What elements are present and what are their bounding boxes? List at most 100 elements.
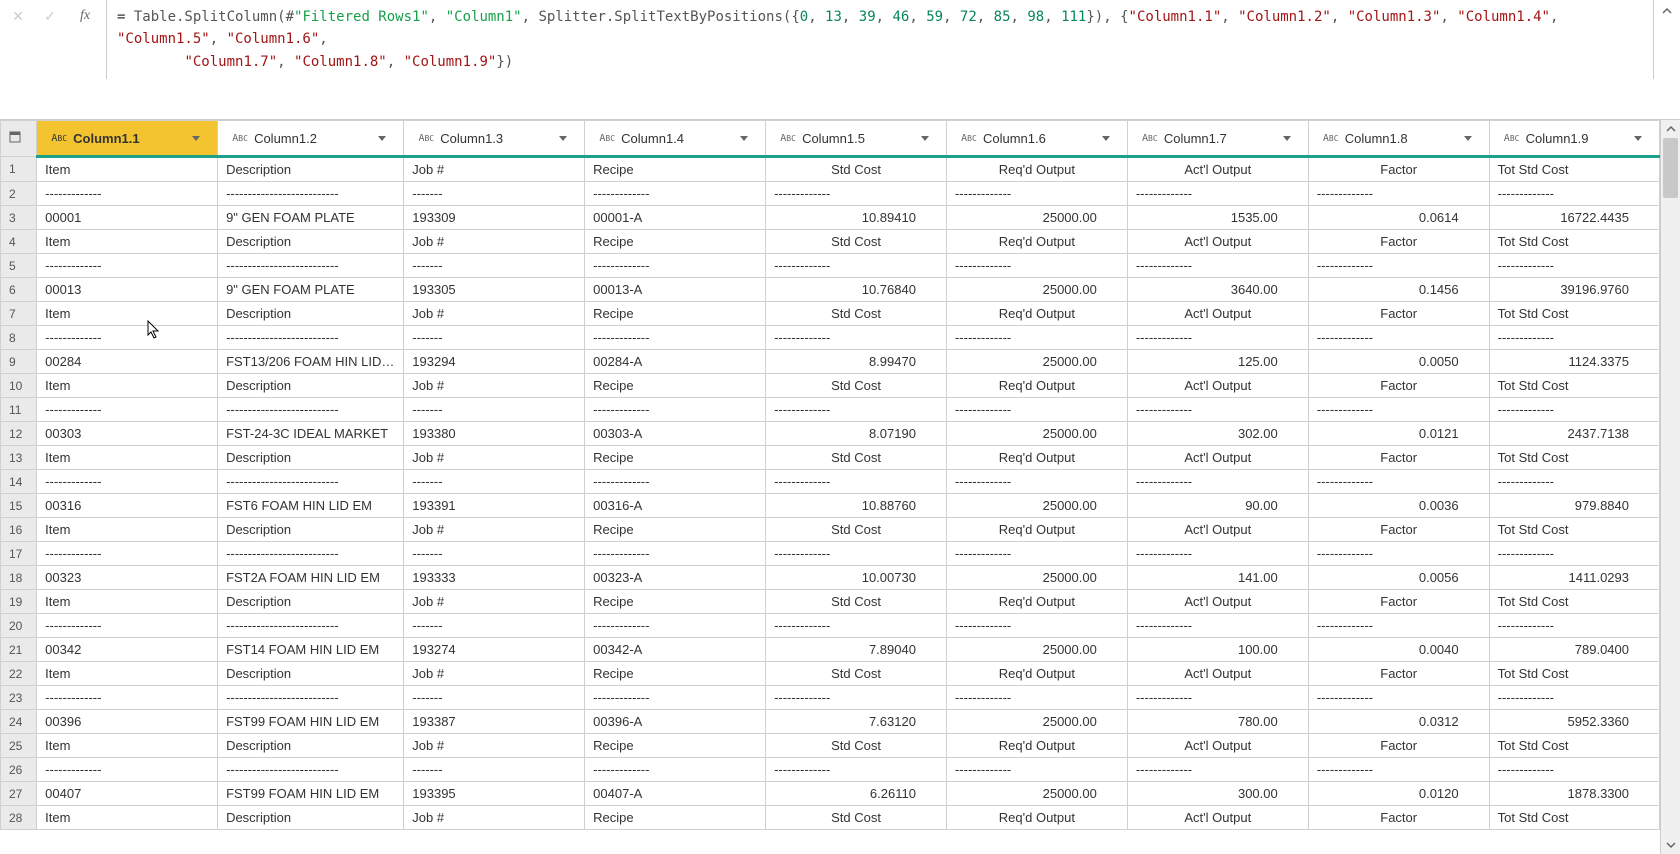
column-header-1[interactable]: ABCColumn1.1 bbox=[37, 121, 218, 157]
row-number[interactable]: 4 bbox=[1, 230, 37, 254]
column-filter-button[interactable] bbox=[916, 129, 934, 147]
data-cell[interactable]: Item bbox=[37, 806, 218, 830]
data-cell[interactable]: FST99 FOAM HIN LID EM bbox=[218, 782, 404, 806]
data-cell[interactable]: Job # bbox=[404, 157, 585, 182]
column-filter-button[interactable] bbox=[1629, 129, 1647, 147]
data-cell[interactable]: 193305 bbox=[404, 278, 585, 302]
data-cell[interactable]: 90.00 bbox=[1127, 494, 1308, 518]
data-cell[interactable]: 25000.00 bbox=[946, 278, 1127, 302]
data-cell[interactable]: ------------- bbox=[37, 254, 218, 278]
data-cell[interactable]: 1535.00 bbox=[1127, 206, 1308, 230]
table-row[interactable]: 10ItemDescriptionJob #RecipeStd CostReq'… bbox=[1, 374, 1660, 398]
data-cell[interactable]: Std Cost bbox=[766, 157, 947, 182]
data-cell[interactable]: Recipe bbox=[585, 662, 766, 686]
row-number[interactable]: 24 bbox=[1, 710, 37, 734]
data-cell[interactable]: 00303-A bbox=[585, 422, 766, 446]
data-cell[interactable]: Req'd Output bbox=[946, 806, 1127, 830]
data-cell[interactable]: 00396-A bbox=[585, 710, 766, 734]
column-filter-button[interactable] bbox=[1278, 129, 1296, 147]
data-cell[interactable]: 00342 bbox=[37, 638, 218, 662]
data-cell[interactable]: -------------------------- bbox=[218, 686, 404, 710]
data-cell[interactable]: Req'd Output bbox=[946, 446, 1127, 470]
data-cell[interactable]: ------------- bbox=[37, 326, 218, 350]
table-row[interactable]: 1ItemDescriptionJob #RecipeStd CostReq'd… bbox=[1, 157, 1660, 182]
data-cell[interactable]: ------------- bbox=[766, 254, 947, 278]
data-cell[interactable]: Tot Std Cost bbox=[1489, 446, 1659, 470]
data-cell[interactable]: 141.00 bbox=[1127, 566, 1308, 590]
data-cell[interactable]: Std Cost bbox=[766, 230, 947, 254]
data-cell[interactable]: 789.0400 bbox=[1489, 638, 1659, 662]
data-cell[interactable]: ------- bbox=[404, 470, 585, 494]
data-cell[interactable]: Job # bbox=[404, 590, 585, 614]
row-number[interactable]: 23 bbox=[1, 686, 37, 710]
data-cell[interactable]: 0.0120 bbox=[1308, 782, 1489, 806]
table-row[interactable]: 1200303FST-24-3C IDEAL MARKET19338000303… bbox=[1, 422, 1660, 446]
data-cell[interactable]: 9" GEN FOAM PLATE bbox=[218, 278, 404, 302]
column-header-6[interactable]: ABCColumn1.6 bbox=[946, 121, 1127, 157]
table-row[interactable]: 1500316FST6 FOAM HIN LID EM19339100316-A… bbox=[1, 494, 1660, 518]
data-cell[interactable]: Req'd Output bbox=[946, 590, 1127, 614]
data-cell[interactable]: Factor bbox=[1308, 230, 1489, 254]
data-cell[interactable]: Job # bbox=[404, 374, 585, 398]
data-cell[interactable]: ------------- bbox=[1489, 758, 1659, 782]
data-cell[interactable]: 0.0312 bbox=[1308, 710, 1489, 734]
row-number[interactable]: 25 bbox=[1, 734, 37, 758]
data-cell[interactable]: Factor bbox=[1308, 734, 1489, 758]
data-cell[interactable]: Description bbox=[218, 157, 404, 182]
data-cell[interactable]: 16722.4435 bbox=[1489, 206, 1659, 230]
type-text-icon[interactable]: ABC bbox=[778, 129, 798, 147]
row-number[interactable]: 9 bbox=[1, 350, 37, 374]
data-cell[interactable]: Recipe bbox=[585, 157, 766, 182]
data-cell[interactable]: Job # bbox=[404, 518, 585, 542]
data-cell[interactable]: 00284 bbox=[37, 350, 218, 374]
table-row[interactable]: 25ItemDescriptionJob #RecipeStd CostReq'… bbox=[1, 734, 1660, 758]
data-cell[interactable]: ------------- bbox=[1308, 326, 1489, 350]
data-cell[interactable]: Tot Std Cost bbox=[1489, 806, 1659, 830]
data-cell[interactable]: ------------- bbox=[37, 470, 218, 494]
data-cell[interactable]: ------------- bbox=[1489, 542, 1659, 566]
data-cell[interactable]: 25000.00 bbox=[946, 638, 1127, 662]
data-cell[interactable]: 125.00 bbox=[1127, 350, 1308, 374]
table-row[interactable]: 14--------------------------------------… bbox=[1, 470, 1660, 494]
data-cell[interactable]: 00323-A bbox=[585, 566, 766, 590]
data-cell[interactable]: FST-24-3C IDEAL MARKET bbox=[218, 422, 404, 446]
data-cell[interactable]: ------------- bbox=[946, 326, 1127, 350]
data-cell[interactable]: 193333 bbox=[404, 566, 585, 590]
data-cell[interactable]: Factor bbox=[1308, 157, 1489, 182]
data-cell[interactable]: 25000.00 bbox=[946, 710, 1127, 734]
table-row[interactable]: 20--------------------------------------… bbox=[1, 614, 1660, 638]
table-row[interactable]: 17--------------------------------------… bbox=[1, 542, 1660, 566]
data-cell[interactable]: 25000.00 bbox=[946, 350, 1127, 374]
table-row[interactable]: 2700407FST99 FOAM HIN LID EM19339500407-… bbox=[1, 782, 1660, 806]
table-row[interactable]: 13ItemDescriptionJob #RecipeStd CostReq'… bbox=[1, 446, 1660, 470]
data-cell[interactable]: Req'd Output bbox=[946, 734, 1127, 758]
data-cell[interactable]: ------------- bbox=[1127, 542, 1308, 566]
data-cell[interactable]: Description bbox=[218, 662, 404, 686]
data-cell[interactable]: ------------- bbox=[766, 542, 947, 566]
data-cell[interactable]: ------- bbox=[404, 614, 585, 638]
data-cell[interactable]: 10.89410 bbox=[766, 206, 947, 230]
row-number[interactable]: 15 bbox=[1, 494, 37, 518]
data-cell[interactable]: FST2A FOAM HIN LID EM bbox=[218, 566, 404, 590]
data-cell[interactable]: Recipe bbox=[585, 734, 766, 758]
data-cell[interactable]: 300.00 bbox=[1127, 782, 1308, 806]
data-cell[interactable]: Job # bbox=[404, 446, 585, 470]
table-row[interactable]: 3000019" GEN FOAM PLATE19330900001-A10.8… bbox=[1, 206, 1660, 230]
data-cell[interactable]: ------------- bbox=[37, 758, 218, 782]
data-cell[interactable]: 9" GEN FOAM PLATE bbox=[218, 206, 404, 230]
data-cell[interactable]: 8.07190 bbox=[766, 422, 947, 446]
data-cell[interactable]: ------------- bbox=[1308, 470, 1489, 494]
data-cell[interactable]: Req'd Output bbox=[946, 302, 1127, 326]
data-cell[interactable]: ------------- bbox=[585, 542, 766, 566]
table-row[interactable]: 19ItemDescriptionJob #RecipeStd CostReq'… bbox=[1, 590, 1660, 614]
data-cell[interactable]: 1124.3375 bbox=[1489, 350, 1659, 374]
data-cell[interactable]: ------------- bbox=[1308, 182, 1489, 206]
data-cell[interactable]: ------------- bbox=[1489, 614, 1659, 638]
data-cell[interactable]: Act'l Output bbox=[1127, 157, 1308, 182]
data-cell[interactable]: Act'l Output bbox=[1127, 374, 1308, 398]
data-cell[interactable]: 00342-A bbox=[585, 638, 766, 662]
table-row[interactable]: 2400396FST99 FOAM HIN LID EM19338700396-… bbox=[1, 710, 1660, 734]
data-cell[interactable]: Factor bbox=[1308, 806, 1489, 830]
data-cell[interactable]: ------------- bbox=[946, 470, 1127, 494]
table-row[interactable]: 22ItemDescriptionJob #RecipeStd CostReq'… bbox=[1, 662, 1660, 686]
